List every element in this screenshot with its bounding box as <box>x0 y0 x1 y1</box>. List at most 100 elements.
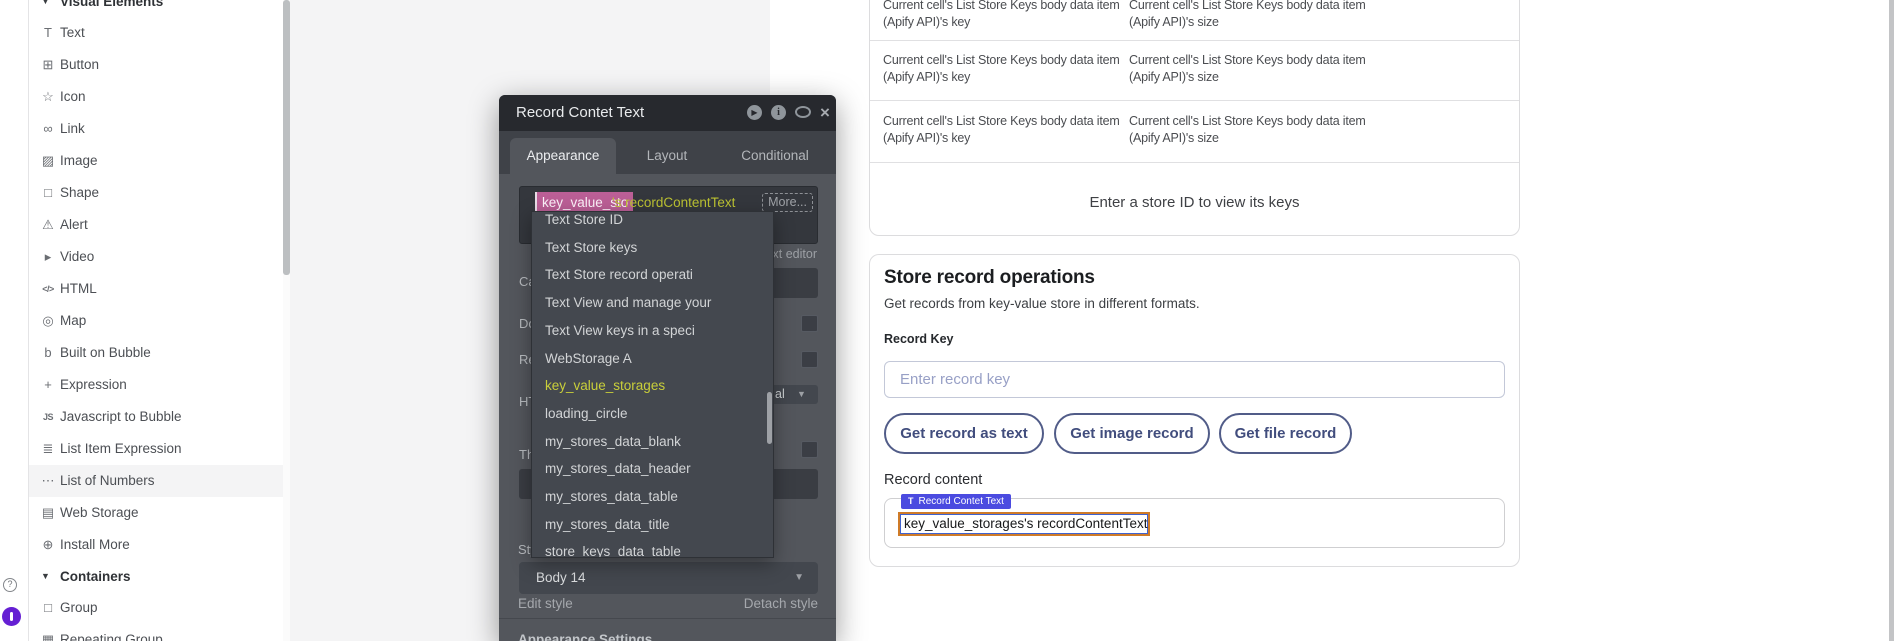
dropdown-option-webstorage-a[interactable]: WebStorage A <box>532 345 773 373</box>
sidebar-item-link[interactable]: ∞Link <box>29 113 284 145</box>
install-more-icon: ⊕ <box>39 529 57 561</box>
sidebar-item-alert[interactable]: ⚠Alert <box>29 209 284 241</box>
messenger-glyph-icon <box>10 612 13 621</box>
dropdown-option-store-keys-data-table[interactable]: store_keys_data_table <box>532 538 773 558</box>
appearance-settings-header: Appearance Settings <box>518 632 652 641</box>
record-content-label: Record content <box>884 472 982 488</box>
chevron-down-icon: ▼ <box>794 562 804 594</box>
element-palette-sidebar: ▼Visual ElementsTText⊞Button☆Icon∞Link▨I… <box>28 0 283 641</box>
bubble-editor: ? ▼Visual ElementsTText⊞Button☆Icon∞Link… <box>0 0 1894 641</box>
cell-key: Current cell's List Store Keys body data… <box>883 0 1133 31</box>
sidebar-item-html[interactable]: </>HTML <box>29 273 284 305</box>
sidebar-item-expression[interactable]: +Expression <box>29 369 284 401</box>
sidebar-item-video[interactable]: ▸Video <box>29 241 284 273</box>
messenger-icon[interactable] <box>2 607 21 626</box>
sidebar-section-visual-elements[interactable]: ▼Visual Elements <box>29 0 284 18</box>
panel-tabbar: Appearance Layout Conditional <box>499 131 836 174</box>
chevron-down-icon: ▼ <box>797 385 806 404</box>
sidebar-item-shape[interactable]: □Shape <box>29 177 284 209</box>
info-icon[interactable]: i <box>771 105 786 120</box>
edit-style-link[interactable]: Edit style <box>518 596 573 611</box>
list-of-numbers-icon: ⋯ <box>39 465 57 497</box>
sidebar-item-map[interactable]: ◎Map <box>29 305 284 337</box>
sidebar-section-containers[interactable]: ▼Containers <box>29 561 284 593</box>
cell-size: Current cell's List Store Keys body data… <box>1129 113 1391 147</box>
dropdown-option-text-store-record-operati[interactable]: Text Store record operati <box>532 261 773 289</box>
get-image-record-button[interactable]: Get image record <box>1054 413 1210 454</box>
cell-size: Current cell's List Store Keys body data… <box>1129 0 1391 31</box>
detach-style-link[interactable]: Detach style <box>744 596 818 611</box>
dropdown-option-text-store-id[interactable]: Text Store ID <box>532 211 773 234</box>
dropdown-option-my-stores-data-title[interactable]: my_stores_data_title <box>532 511 773 539</box>
bubble-icon: b <box>39 337 57 369</box>
expression-more-button[interactable]: More... <box>762 193 813 212</box>
shape-icon: □ <box>39 177 57 209</box>
web-storage-icon: ▤ <box>39 497 57 529</box>
table-row: Current cell's List Store Keys body data… <box>870 0 1519 41</box>
store-record-operations-card: Store record operations Get records from… <box>869 254 1520 567</box>
dropdown-option-my-stores-data-header[interactable]: my_stores_data_header <box>532 455 773 483</box>
dropdown-option-my-stores-data-blank[interactable]: my_stores_data_blank <box>532 428 773 456</box>
style-select-value: Body 14 <box>536 562 586 594</box>
sidebar-item-text[interactable]: TText <box>29 17 284 49</box>
tab-layout[interactable]: Layout <box>617 138 717 174</box>
record-key-input[interactable] <box>884 361 1505 398</box>
table-row: Current cell's List Store Keys body data… <box>870 41 1519 101</box>
dropdown-option-my-stores-data-table[interactable]: my_stores_data_table <box>532 483 773 511</box>
dropdown-scrollbar-thumb[interactable] <box>767 392 772 444</box>
sidebar-item-list-item-expression[interactable]: ≣List Item Expression <box>29 433 284 465</box>
sidebar-scrollbar-thumb[interactable] <box>283 0 290 275</box>
comment-icon[interactable] <box>795 106 811 118</box>
sidebar-item-built-on-bubble[interactable]: bBuilt on Bubble <box>29 337 284 369</box>
page-scrollbar[interactable] <box>1889 0 1894 641</box>
video-icon: ▸ <box>39 241 57 273</box>
card-title: Store record operations <box>884 267 1095 289</box>
left-rail: ? <box>0 0 28 641</box>
star-icon: ☆ <box>39 81 57 113</box>
get-file-record-button[interactable]: Get file record <box>1219 413 1352 454</box>
sidebar-item-web-storage[interactable]: ▤Web Storage <box>29 497 284 529</box>
sidebar-item-javascript-to-bubble[interactable]: JSJavascript to Bubble <box>29 401 284 433</box>
panel-titlebar[interactable]: Record Contet Text ▶ i × <box>499 95 836 131</box>
panel-divider <box>499 618 836 619</box>
collapse-caret-icon: ▼ <box>41 0 50 17</box>
checkbox-do[interactable] <box>801 315 818 332</box>
help-icon[interactable]: ? <box>3 578 17 592</box>
preview-icon[interactable]: ▶ <box>747 105 762 120</box>
sidebar-item-list-of-numbers[interactable]: ⋯List of Numbers <box>29 465 284 497</box>
dropdown-option-key-value-storages[interactable]: key_value_storages <box>532 372 773 400</box>
dropdown-option-text-view-keys-in-a-speci[interactable]: Text View keys in a speci <box>532 317 773 345</box>
table-row: Current cell's List Store Keys body data… <box>870 101 1519 163</box>
checkbox-th[interactable] <box>801 441 818 458</box>
cell-key: Current cell's List Store Keys body data… <box>883 52 1133 86</box>
selected-element-badge: TRecord Contet Text <box>901 494 1011 509</box>
group-icon: □ <box>39 592 57 624</box>
button-icon: ⊞ <box>39 49 57 81</box>
sidebar-item-icon[interactable]: ☆Icon <box>29 81 284 113</box>
tab-appearance[interactable]: Appearance <box>510 138 616 174</box>
map-pin-icon: ◎ <box>39 305 57 337</box>
store-keys-card: Current cell's List Store Keys body data… <box>869 0 1520 236</box>
record-key-label: Record Key <box>884 332 953 346</box>
sidebar-item-repeating-group[interactable]: ▦Repeating Group <box>29 624 284 641</box>
expression-suffix[interactable]: 's recordContentText <box>612 192 735 213</box>
empty-state-message: Enter a store ID to view its keys <box>870 194 1519 211</box>
js-icon: JS <box>39 401 57 433</box>
dropdown-option-text-view-and-manage-your[interactable]: Text View and manage your <box>532 289 773 317</box>
checkbox-re[interactable] <box>801 351 818 368</box>
style-select[interactable]: Body 14 ▼ <box>519 562 818 594</box>
sidebar-item-group[interactable]: □Group <box>29 592 284 624</box>
rich-text-editor-link[interactable]: xt editor <box>773 247 817 261</box>
tab-conditional[interactable]: Conditional <box>721 138 829 174</box>
dropdown-option-loading-circle[interactable]: loading_circle <box>532 400 773 428</box>
close-icon[interactable]: × <box>820 103 836 119</box>
dropdown-option-text-store-keys[interactable]: Text Store keys <box>532 234 773 262</box>
list-item-expression-icon: ≣ <box>39 433 57 465</box>
get-record-as-text-button[interactable]: Get record as text <box>884 413 1044 454</box>
expression-icon: + <box>39 369 57 401</box>
sidebar-item-install-more[interactable]: ⊕Install More <box>29 529 284 561</box>
sidebar-item-image[interactable]: ▨Image <box>29 145 284 177</box>
record-content-text-element[interactable]: key_value_storages's recordContentText <box>898 512 1150 536</box>
sidebar-item-button[interactable]: ⊞Button <box>29 49 284 81</box>
repeating-group-icon: ▦ <box>39 624 57 641</box>
